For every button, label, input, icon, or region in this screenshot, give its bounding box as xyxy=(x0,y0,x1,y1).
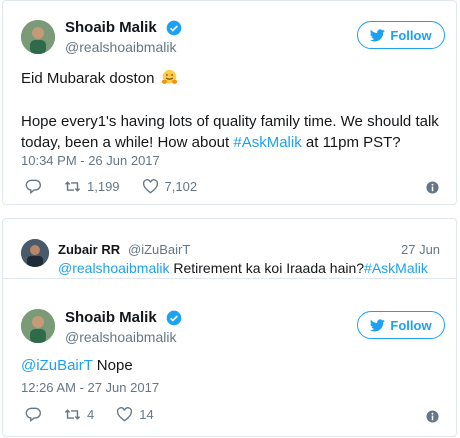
reply-body: Retirement ka koi Iraada hain? xyxy=(169,260,365,276)
follow-button[interactable]: Follow xyxy=(357,21,445,49)
reply-author-name[interactable]: Zubair RR xyxy=(58,242,120,257)
retweet-count: 1,199 xyxy=(87,179,120,194)
tweet-actions: 4 14 xyxy=(25,407,176,422)
like-button[interactable]: 14 xyxy=(116,407,154,422)
author-handle[interactable]: @realshoaibmalik xyxy=(65,39,176,55)
retweet-count: 4 xyxy=(87,407,95,422)
verified-badge-icon xyxy=(166,310,182,326)
reply-hashtag-link[interactable]: #AskMalik xyxy=(364,260,428,276)
reply-date: 27 Jun xyxy=(401,242,441,257)
reply-text: @realshoaibmalik Retirement ka koi Iraad… xyxy=(58,260,428,276)
reply-button[interactable] xyxy=(25,407,42,422)
retweet-icon xyxy=(64,181,81,192)
like-count: 14 xyxy=(139,407,154,422)
hugging-face-emoji xyxy=(161,69,177,84)
heart-icon xyxy=(117,407,133,422)
author-name[interactable]: Shoaib Malik xyxy=(65,19,157,36)
reply-mention-link[interactable]: @realshoaibmalik xyxy=(58,260,169,276)
verified-badge-icon xyxy=(166,20,182,36)
tweet-body: Hope every1's having lots of quality fam… xyxy=(21,111,441,153)
reply-author-handle[interactable]: @iZuBairT xyxy=(128,242,190,257)
tweet-timestamp[interactable]: 10:34 PM - 26 Jun 2017 xyxy=(21,153,160,168)
follow-button[interactable]: Follow xyxy=(357,311,445,339)
heart-icon xyxy=(142,179,158,194)
reply-icon xyxy=(25,407,41,422)
quoted-reply[interactable]: Zubair RR @iZuBairT 27 Jun @realshoaibma… xyxy=(3,219,456,279)
like-button[interactable]: 7,102 xyxy=(142,179,198,194)
reply-author-avatar[interactable] xyxy=(21,239,49,267)
retweet-icon xyxy=(64,409,81,420)
mention-link[interactable]: @iZuBairT xyxy=(21,357,93,374)
retweet-button[interactable]: 1,199 xyxy=(64,179,120,194)
retweet-button[interactable]: 4 xyxy=(64,407,94,422)
tweet-card-reply: Zubair RR @iZuBairT 27 Jun @realshoaibma… xyxy=(2,218,457,437)
tweet-card-main: Shoaib Malik @realshoaibmalik Follow Eid… xyxy=(2,0,457,205)
follow-label: Follow xyxy=(390,27,432,43)
reply-button[interactable] xyxy=(25,179,42,194)
twitter-bird-icon xyxy=(370,28,386,41)
hashtag-link[interactable]: #AskMalik xyxy=(233,134,301,151)
tweet-greeting: Eid Mubarak doston xyxy=(21,70,155,87)
author-avatar[interactable] xyxy=(21,20,55,54)
twitter-bird-icon xyxy=(370,318,386,331)
follow-label: Follow xyxy=(390,317,432,333)
author-name[interactable]: Shoaib Malik xyxy=(65,309,157,326)
like-count: 7,102 xyxy=(164,179,198,194)
tweet-timestamp[interactable]: 12:26 AM - 27 Jun 2017 xyxy=(21,380,159,395)
tweet-actions: 1,199 7,102 xyxy=(25,179,219,194)
reply-icon xyxy=(25,179,41,194)
author-avatar[interactable] xyxy=(21,309,55,343)
tweet-text-line1: Eid Mubarak doston xyxy=(21,68,178,89)
author-handle[interactable]: @realshoaibmalik xyxy=(65,329,176,345)
info-icon[interactable] xyxy=(426,181,439,194)
tweet-body: @iZuBairT Nope xyxy=(21,355,133,376)
tweet-body-tail: at 11pm PST? xyxy=(301,134,401,151)
info-icon[interactable] xyxy=(426,410,439,423)
tweet-body-text: Nope xyxy=(92,357,133,374)
